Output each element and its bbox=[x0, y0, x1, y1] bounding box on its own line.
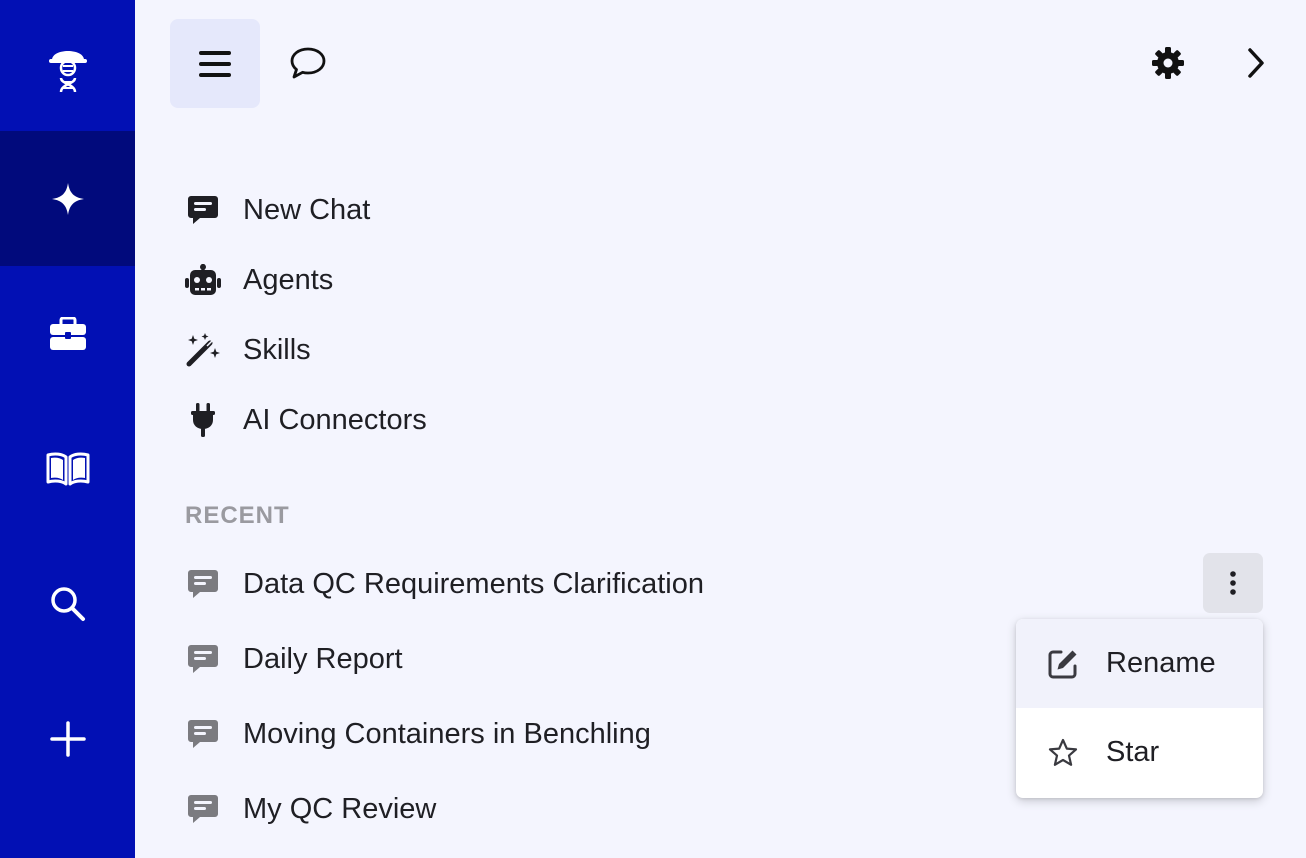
chat-bubble-icon bbox=[290, 47, 326, 79]
expand-panel-button[interactable] bbox=[1233, 40, 1279, 86]
recent-item[interactable]: Moving Containers in Benchling bbox=[183, 708, 651, 760]
chat-icon bbox=[183, 714, 223, 754]
chevron-right-icon bbox=[1248, 48, 1264, 78]
plug-icon bbox=[183, 400, 223, 440]
nav-item-label: New Chat bbox=[243, 193, 371, 226]
more-options-button[interactable] bbox=[1203, 553, 1263, 613]
scientist-logo-icon bbox=[48, 50, 87, 92]
chat-icon bbox=[183, 639, 223, 679]
nav-item-skills[interactable]: Skills bbox=[183, 325, 311, 375]
nav-item-new-chat[interactable]: New Chat bbox=[183, 185, 370, 235]
rail-logo[interactable] bbox=[0, 0, 135, 135]
side-panel: New Chat Agents Skills AI Connectors REC… bbox=[135, 0, 1306, 858]
chat-icon bbox=[183, 564, 223, 604]
recent-item[interactable]: My QC Review bbox=[183, 783, 436, 835]
rail-item-library[interactable] bbox=[0, 401, 135, 536]
rail-item-add[interactable] bbox=[0, 671, 135, 806]
nav-item-label: Skills bbox=[243, 333, 311, 366]
magic-wand-icon bbox=[183, 330, 223, 370]
plus-icon bbox=[49, 720, 86, 757]
nav-item-label: Agents bbox=[243, 263, 334, 296]
gear-icon bbox=[1152, 47, 1184, 79]
hamburger-menu-icon bbox=[199, 50, 231, 77]
star-icon bbox=[1043, 733, 1083, 773]
nav-item-agents[interactable]: Agents bbox=[183, 255, 333, 305]
robot-icon bbox=[183, 260, 223, 300]
sparkle-icon bbox=[51, 182, 84, 215]
rail-item-assistant[interactable] bbox=[0, 131, 135, 266]
rail-item-workspace[interactable] bbox=[0, 266, 135, 401]
rename-label: Rename bbox=[1106, 647, 1216, 679]
search-icon bbox=[50, 586, 85, 621]
recent-heading: RECENT bbox=[185, 502, 290, 529]
edit-icon bbox=[1043, 644, 1083, 684]
new-chat-icon bbox=[183, 190, 223, 230]
context-menu: Rename Star bbox=[1016, 619, 1263, 798]
chat-view-button[interactable] bbox=[285, 40, 331, 86]
rail-item-search[interactable] bbox=[0, 536, 135, 671]
vertical-dots-icon bbox=[1230, 571, 1236, 595]
recent-item-label: Data QC Requirements Clarification bbox=[243, 567, 704, 600]
recent-item-label: Moving Containers in Benchling bbox=[243, 717, 651, 750]
star-label: Star bbox=[1106, 736, 1160, 768]
app-root: New Chat Agents Skills AI Connectors REC… bbox=[0, 0, 1306, 858]
recent-item[interactable]: Data QC Requirements Clarification bbox=[183, 558, 704, 610]
recent-item-label: My QC Review bbox=[243, 792, 437, 825]
recent-item[interactable]: Daily Report bbox=[183, 633, 403, 685]
chat-icon bbox=[183, 789, 223, 829]
recent-item-label: Daily Report bbox=[243, 642, 403, 675]
book-icon bbox=[46, 451, 89, 485]
star-menu-item[interactable]: Star bbox=[1016, 708, 1263, 797]
rename-menu-item[interactable]: Rename bbox=[1016, 619, 1263, 708]
left-rail bbox=[0, 0, 135, 858]
briefcase-icon bbox=[49, 316, 86, 350]
settings-button[interactable] bbox=[1145, 40, 1191, 86]
nav-item-label: AI Connectors bbox=[243, 403, 427, 436]
menu-toggle-button[interactable] bbox=[170, 19, 260, 108]
nav-item-ai-connectors[interactable]: AI Connectors bbox=[183, 395, 427, 445]
